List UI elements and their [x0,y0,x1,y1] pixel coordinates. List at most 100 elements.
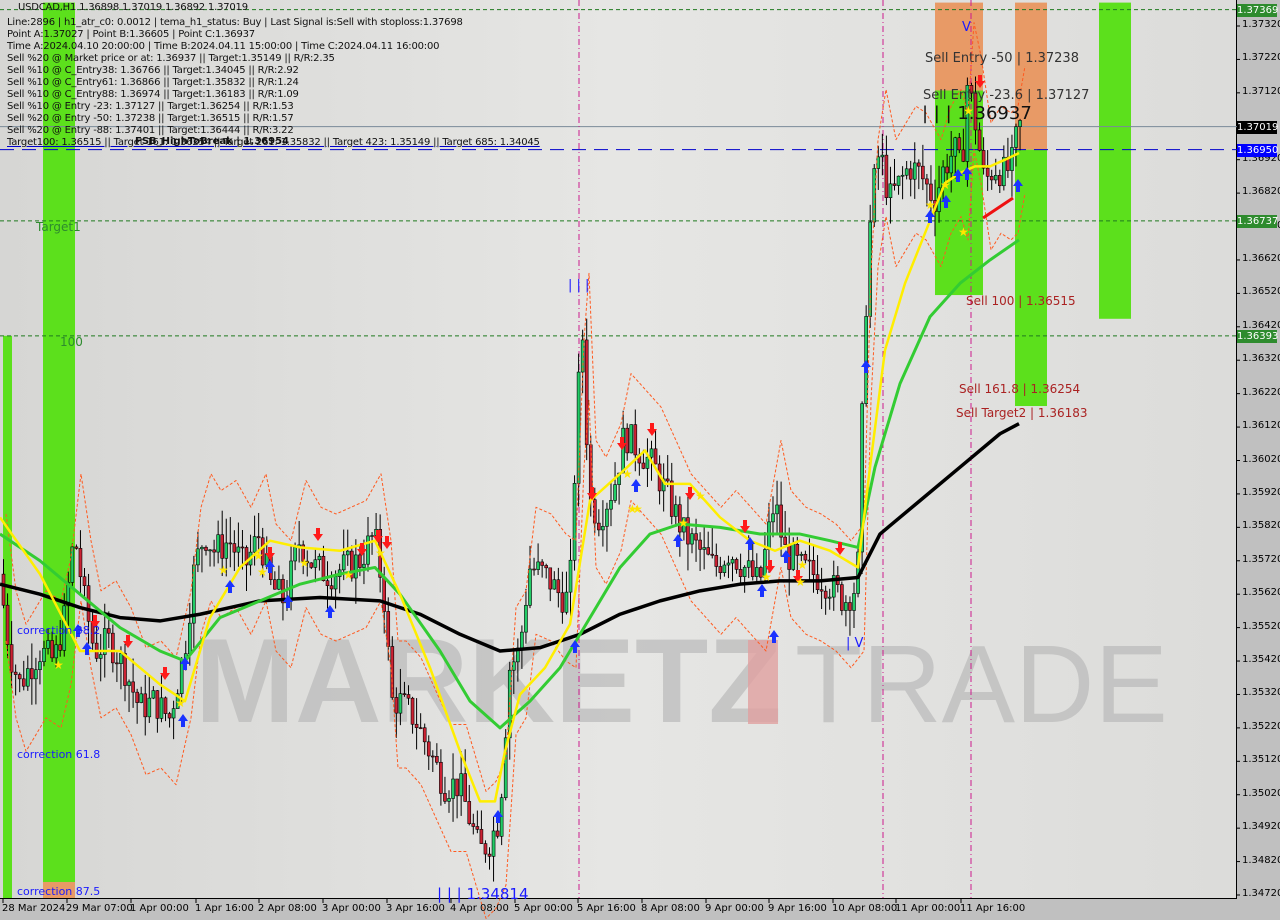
candle-bull [799,553,804,556]
candle-bull [726,562,731,566]
candle-bear [921,165,925,180]
candle-bear [694,533,698,541]
candle-bear [232,543,237,553]
signal-star-icon: ★ [632,502,643,516]
candle-bull [827,596,832,599]
time-tick-label: 29 Mar 07:00 [66,903,133,914]
buy-arrow-icon [757,584,767,597]
candle-bull [702,547,706,550]
candle-bear [325,580,330,587]
signal-star-icon: ★ [175,696,186,710]
candle-bull [520,631,524,649]
candle-bear [706,547,711,555]
candle-bear [714,555,719,567]
candle-bear [823,590,828,599]
candle-bear [997,175,1002,187]
candle-bull [208,549,212,552]
candle-bull [629,424,634,454]
candle-bear [309,562,314,568]
info-line: Time A:2024.04.10 20:00:00 | Time B:2024… [7,41,440,52]
candle-bull [722,564,727,573]
candle-bear [475,826,480,830]
candle-bear [916,162,921,167]
candle-bull [171,708,176,719]
chart-annotation: Sell Target2 | 1.36183 [956,406,1088,420]
candle-bear [957,137,962,151]
candle-bear [426,741,431,757]
price-tick-label: 1.35420 [1242,654,1280,666]
candle-bear [422,727,427,743]
signal-star-icon: ★ [678,516,689,530]
candle-bear [908,168,913,180]
candle-bear [653,448,658,465]
signal-star-icon: ★ [925,198,936,212]
time-tick-label: 1 Apr 16:00 [195,903,254,914]
candle-bull [354,554,358,579]
candle-bear [848,602,852,611]
candle-bear [540,561,544,566]
price-tick-label: 1.35820 [1242,520,1280,532]
candle-bear [734,559,739,570]
candle-bull [139,693,143,703]
candle-bull [649,448,654,458]
candle-bear [819,589,824,592]
candle-bear [985,167,990,177]
candle-bear [556,579,561,594]
candle-bull [601,526,605,531]
chart-annotation: Sell 161.8 | 1.36254 [959,382,1081,396]
candle-bull [524,604,528,633]
candle-bear [13,671,18,675]
candle-bull [888,183,893,198]
time-tick-label: 1 Apr 00:00 [130,903,189,914]
price-tick-label: 1.35120 [1242,754,1280,766]
candle-bull [70,546,75,583]
price-badge: 1.36393 [1237,329,1279,343]
price-tick-label: 1.35020 [1242,787,1280,799]
candle-bull [536,561,540,570]
candle-bear [435,756,439,763]
chart-annotation: 100 [60,335,83,349]
candle-bear [21,678,26,687]
buy-arrow-icon [82,642,92,655]
candle-bear [5,604,10,645]
candle-bear [30,668,34,680]
signal-star-icon: ★ [622,467,633,481]
candle-bear [977,129,982,151]
candle-bull [609,500,613,510]
price-tick-label: 1.34720 [1242,888,1280,899]
candle-bull [447,798,451,802]
candle-bear [487,853,492,857]
candle-bull [277,578,281,590]
price-tick-label: 1.36320 [1242,353,1280,365]
candle-bear [131,681,135,693]
candle-bear [961,149,966,162]
candle-bear [840,584,844,611]
candle-bear [779,504,783,538]
candle-bear [220,534,224,559]
ohlc-header: USDCAD,H1 1.36898 1.37019 1.36892 1.3701… [18,2,248,13]
candle-bear [710,553,715,556]
candle-bear [989,176,994,181]
candle-bear [597,522,601,531]
candle-bull [742,566,747,577]
candle-bear [394,697,399,714]
candle-bull [200,546,204,550]
candle-bear [463,773,468,802]
candle-bear [807,559,812,562]
candle-bull [568,559,573,593]
price-tick-label: 1.36220 [1242,386,1280,398]
chart-annotation: correction 61.8 [17,748,101,761]
candle-bull [224,542,229,559]
price-tick-label: 1.35320 [1242,687,1280,699]
candle-bull [362,563,366,568]
info-line: Sell %10 @ C_Entry88: 1.36974 || Target:… [7,89,299,100]
candle-bear [9,644,14,673]
candle-bull [491,830,496,857]
signal-star-icon: ★ [218,563,229,577]
candle-bull [317,555,322,561]
candle-bear [212,549,216,553]
signal-star-icon: ★ [958,225,969,239]
candle-bear [1,573,6,606]
signal-star-icon: ★ [257,565,268,579]
price-tick-label: 1.36520 [1242,286,1280,298]
